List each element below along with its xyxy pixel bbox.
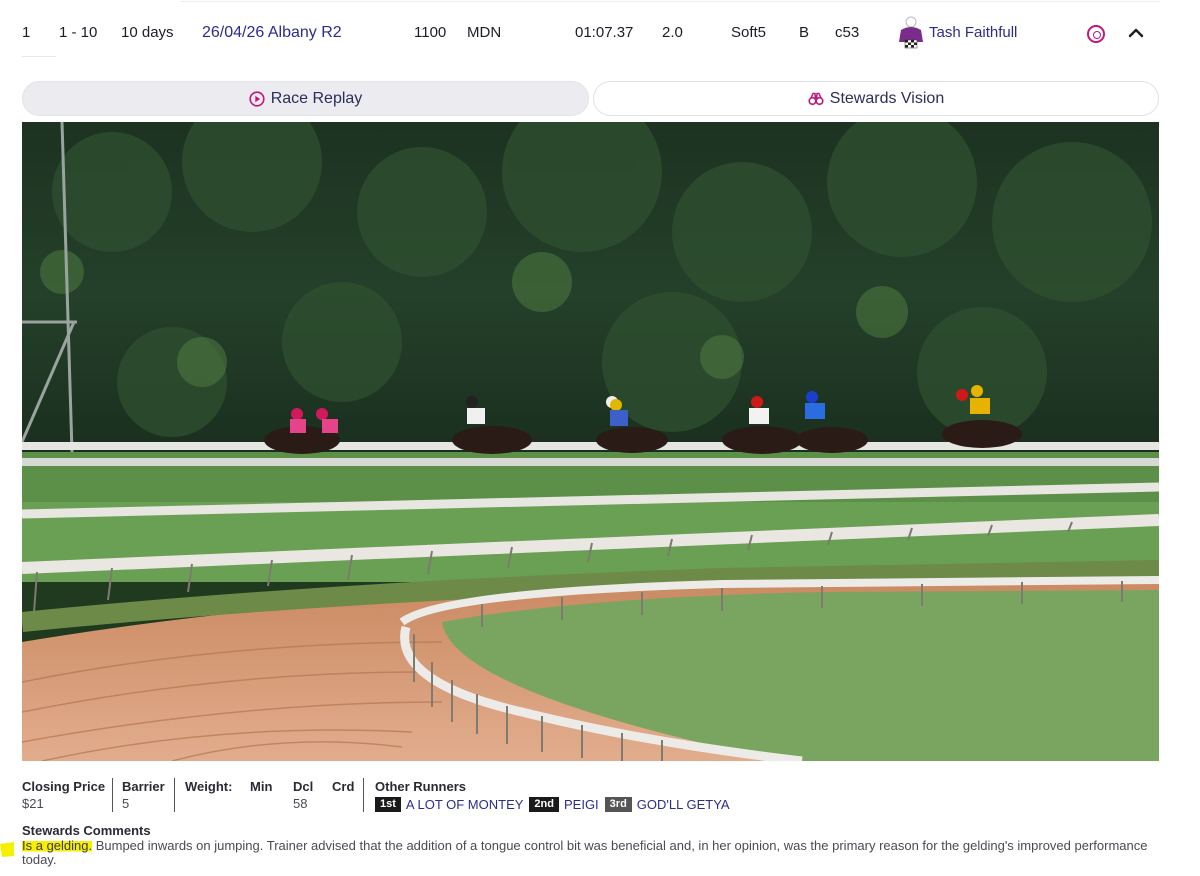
weight-dcl-value: 58 [293, 796, 308, 811]
runner-link[interactable]: A LOT OF MONTEY [406, 797, 524, 812]
barrier: Barrier 5 [122, 779, 165, 812]
jockey-link[interactable]: Tash Faithfull [929, 24, 1017, 42]
tab-stewards-vision-label: Stewards Vision [829, 89, 945, 107]
closing-price-value: $21 [22, 796, 44, 811]
closing-price: Closing Price $21 [22, 779, 105, 812]
weight-label: Weight: [185, 779, 233, 794]
tab-race-replay-label: Race Replay [270, 89, 363, 107]
race-time: 01:07.37 [575, 24, 634, 41]
stewards-comments-text: Is a gelding. Bumped inwards on jumping.… [22, 838, 1152, 867]
race-video-player[interactable] [22, 122, 1159, 761]
form-row: 1 1 - 10 10 days 26/04/26 Albany R2 1100… [0, 0, 1200, 66]
race-distance: 1100 [414, 24, 447, 41]
record-icon[interactable] [1087, 25, 1105, 43]
race-link[interactable]: 26/04/26 Albany R2 [202, 24, 342, 42]
days-since: 10 days [121, 24, 174, 41]
play-circle-icon [249, 90, 265, 107]
divider [112, 778, 113, 812]
weight-min-label: Min [250, 779, 273, 794]
barrier-label: Barrier [122, 779, 165, 794]
weight-crd-label: Crd [332, 779, 355, 794]
weight-crd: Crd [332, 779, 354, 795]
runner-link[interactable]: PEIGI [564, 797, 599, 812]
weight-code: c53 [835, 24, 860, 41]
highlighted-comment: Is a gelding. [22, 838, 93, 853]
tab-race-replay[interactable]: Race Replay [22, 81, 589, 116]
stewards-comments-title: Stewards Comments [22, 823, 151, 838]
runner-position-badge: 3rd [604, 797, 632, 812]
divider [363, 778, 364, 812]
comment-body: Bumped inwards on jumping. Trainer advis… [22, 838, 1148, 867]
binoculars-icon [808, 91, 824, 107]
margin: 2.0 [662, 24, 683, 41]
race-class: MDN [467, 24, 502, 41]
runner-position-badge: 1st [375, 797, 401, 812]
cell-underline [22, 56, 56, 57]
field-range: 1 - 10 [59, 24, 98, 41]
weight: Weight: [185, 779, 232, 795]
other-runners-label: Other Runners [375, 779, 467, 794]
weight-dcl-label: Dcl [293, 779, 314, 794]
closing-price-label: Closing Price [22, 779, 106, 794]
jockey-silks-icon [897, 16, 925, 50]
chevron-up-icon[interactable] [1126, 24, 1146, 42]
finish-position: 1 [22, 24, 31, 41]
other-runners: Other Runners [375, 779, 466, 795]
weight-dcl: Dcl 58 [293, 779, 313, 812]
gear: B [799, 24, 810, 41]
divider [174, 778, 175, 812]
barrier-value: 5 [122, 796, 130, 811]
highlight-mark [0, 842, 14, 857]
runner-link[interactable]: GOD'LL GETYA [637, 797, 730, 812]
tab-stewards-vision[interactable]: Stewards Vision [593, 81, 1159, 116]
row-divider [180, 1, 1160, 2]
weight-min: Min [250, 779, 272, 795]
track-condition: Soft5 [731, 24, 767, 41]
other-runners-list: 1st A LOT OF MONTEY 2nd PEIGI 3rd GOD'LL… [375, 797, 736, 812]
runner-position-badge: 2nd [529, 797, 559, 812]
